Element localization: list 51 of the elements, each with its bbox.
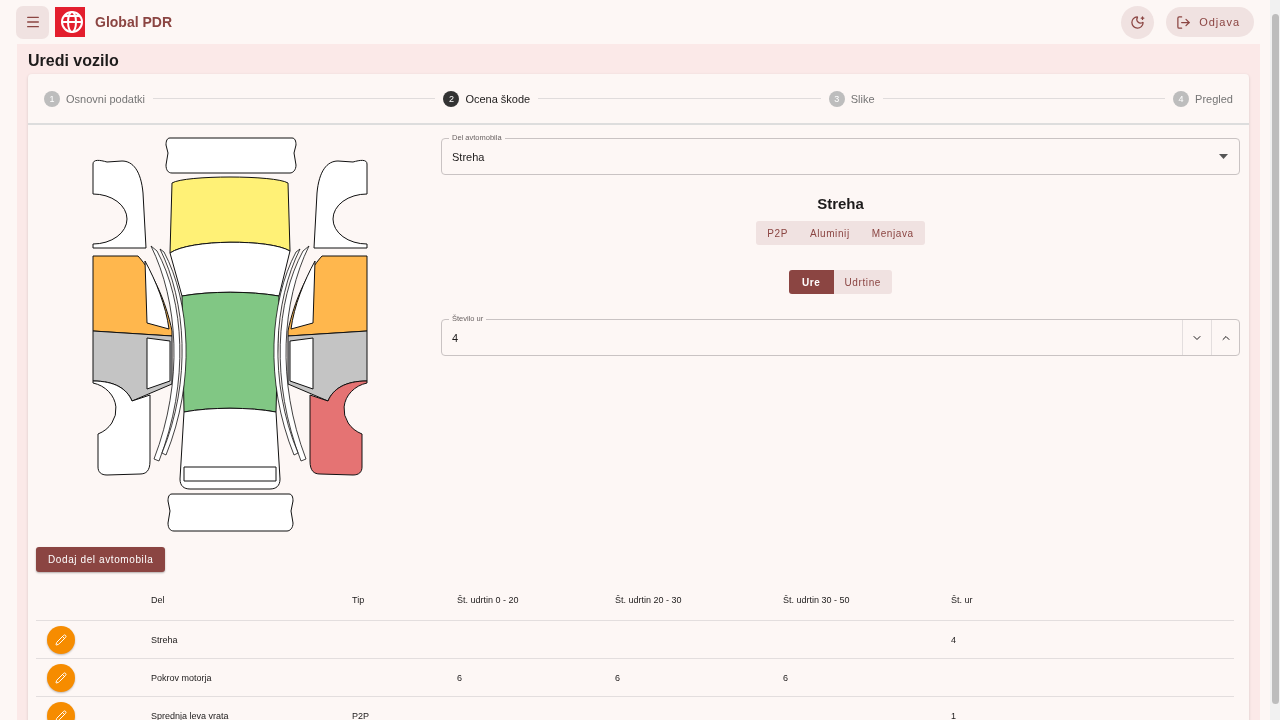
globe-logo [55,7,85,37]
step-label: Osnovni podatki [66,92,145,105]
car-rear-fender[interactable] [309,380,368,476]
step-number[interactable]: 2 [443,90,460,107]
repair-type-button[interactable]: Menjava [860,221,925,245]
column-header: Del [151,595,165,605]
table-cell: 6 [783,672,788,683]
select-value: Streha [452,150,486,163]
column-header: Tip [352,595,365,605]
table-cell: Streha [151,634,178,645]
table-cell: 1 [951,710,956,720]
car-rear-bumper[interactable] [167,493,294,532]
logout-button[interactable]: Odjava [1166,7,1254,37]
column-header: Št. udrtin 30 - 50 [783,595,850,605]
table-cell: Pokrov motorja [151,672,212,683]
car-front-fender[interactable] [92,159,147,249]
table-cell: Sprednja leva vrata [151,710,229,720]
input-value: 4 [452,331,460,344]
step-label: Slike [850,92,875,105]
car-front-bumper[interactable] [165,137,297,174]
pencil-icon [55,709,67,720]
add-part-button[interactable]: Dodaj del avtomobila [36,547,166,572]
dropdown-caret-icon [1219,154,1228,159]
repair-type-button[interactable]: Aluminij [798,221,861,245]
repair-type-button[interactable]: P2P [756,221,799,245]
mode-toggle-button[interactable]: Udrtine [833,270,892,294]
moon-star-icon [1130,14,1146,30]
theme-toggle-button[interactable] [1121,5,1155,39]
step-label: Ocena škode [465,92,531,105]
step-label: Pregled [1195,92,1233,105]
menu-button[interactable] [16,5,49,39]
logout-icon [1176,14,1192,30]
table-cell: 6 [457,672,462,683]
column-header: Št. udrtin 0 - 20 [457,595,519,605]
table-cell: P2P [352,710,369,720]
car-window [144,260,170,330]
brand-name: Global PDR [95,14,172,30]
mode-toggle-button[interactable]: Ure [789,270,834,294]
menu-icon [24,14,41,30]
part-heading: Streha [816,195,865,212]
pencil-icon [55,671,67,684]
car-window [290,260,316,330]
car-front-fender[interactable] [313,159,368,249]
pencil-icon [55,633,67,646]
column-header: Št. udrtin 20 - 30 [615,595,682,605]
column-header: Št. ur [951,595,973,605]
table-cell: 6 [615,672,620,683]
car-rear-fender[interactable] [92,380,151,476]
table-cell: 4 [951,634,956,645]
page-title: Uredi vozilo [28,52,120,70]
car-hood[interactable] [169,176,291,254]
